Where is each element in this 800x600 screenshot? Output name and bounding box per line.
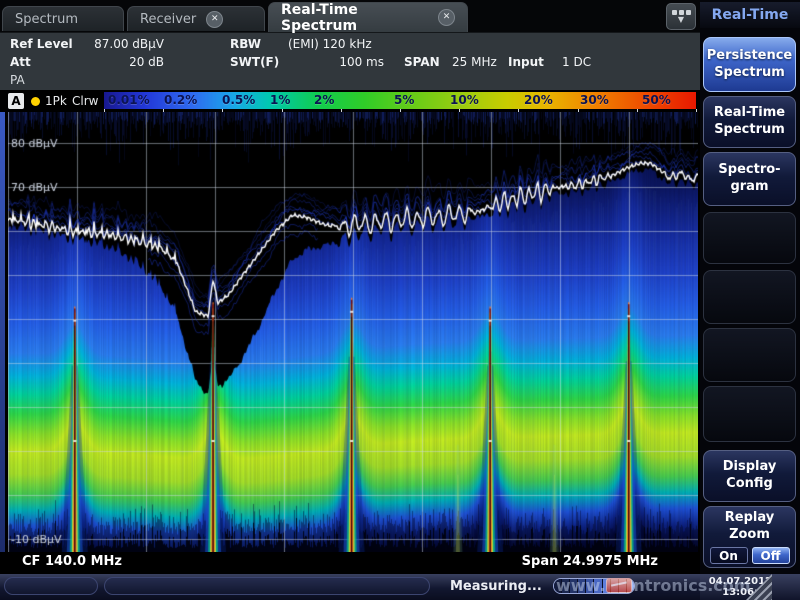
scale-label: 30% [580,93,609,107]
progress-cell [562,579,569,593]
trace-mode[interactable]: Clrw [72,94,98,108]
tab-overview-button[interactable]: ▼ [666,3,696,30]
softkey-empty-5 [703,328,796,382]
close-icon[interactable]: ✕ [438,9,455,26]
scale-label: 0.01% [108,93,150,107]
persistence-spectrum-plot [8,112,698,552]
window-focus-edge [0,90,5,571]
tab-receiver-label: Receiver [140,12,196,27]
softkey-replay-zoom-line1: Replay [725,510,774,527]
preamp-value[interactable]: PA [10,73,25,87]
softkey-empty-4 [703,270,796,324]
softkey-replay-zoom[interactable]: Replay Zoom On Off [703,506,796,568]
settings-header: Ref Level 87.00 dBµV Att 20 dB PA RBW (E… [0,32,700,91]
input-label: Input [508,55,544,69]
window-id-badge: A [8,93,24,109]
datetime-panel: 04.07.2012 13:06:13 [700,574,800,600]
softkey-empty-6 [703,386,796,442]
swt-label: SWT(F) [230,55,279,69]
softkey-empty-3 [703,212,796,264]
tab-bar: Spectrum Receiver ✕ Real-Time Spectrum ✕… [0,0,700,32]
trace-name[interactable]: 1Pk [45,94,67,108]
measurement-progress-bar [553,578,635,594]
progress-cell [570,579,577,593]
replay-zoom-toggle: On Off [710,547,790,564]
trace-color-icon [31,97,40,106]
center-frequency-value[interactable]: CF 140.0 MHz [22,552,122,572]
tab-list-icon [672,10,691,15]
tab-spectrum-label: Spectrum [15,12,78,27]
status-button-left[interactable] [4,577,98,595]
status-bar: Measuring... [0,574,700,600]
trace-legend-row: A 1Pk Clrw 0.01% 0.2% 0.5% 1% 2% 5% 10% 20% 30% 5… [0,90,700,112]
att-label: Att [10,55,31,69]
progress-cell [578,579,585,593]
density-color-scale: 0.01% 0.2% 0.5% 1% 2% 5% 10% 20% 30% 50% [104,92,696,109]
progress-cell [627,579,634,593]
progress-cell [619,579,626,593]
span-footer-value[interactable]: Span 24.9975 MHz [522,552,658,572]
progress-cell [554,579,561,593]
softkey-spectro--gram[interactable]: Spectro-gram [703,152,796,206]
scale-label: 50% [642,93,671,107]
att-value[interactable]: 20 dB [86,55,164,69]
ref-level-value[interactable]: 87.00 dBµV [86,37,164,51]
tab-real-time-spectrum-label: Real-Time Spectrum [281,2,428,34]
rbw-label: RBW [230,37,261,51]
replay-zoom-off-button[interactable]: Off [752,547,790,564]
softkey-display-config[interactable]: DisplayConfig [703,450,796,502]
softkey-persistence-spectrum[interactable]: PersistenceSpectrum [703,37,796,92]
swt-value[interactable]: 100 ms [288,55,384,69]
analyzer-screen: Spectrum Receiver ✕ Real-Time Spectrum ✕… [0,0,800,600]
progress-cell [611,579,618,593]
ref-level-label: Ref Level [10,37,73,51]
frequency-footer: CF 140.0 MHz Span 24.9975 MHz [0,552,700,572]
softkey-real-time-spectrum[interactable]: Real-TimeSpectrum [703,96,796,148]
scale-label: 10% [450,93,479,107]
progress-cell [586,579,593,593]
rbw-value[interactable]: (EMI) 120 kHz [288,37,372,51]
tab-spectrum[interactable]: Spectrum [2,6,124,31]
scale-label: 0.5% [222,93,255,107]
close-icon[interactable]: ✕ [206,11,223,28]
spectrum-window: A 1Pk Clrw 0.01% 0.2% 0.5% 1% 2% 5% 10% 20% 30% 5… [0,90,700,572]
span-value[interactable]: 25 MHz [452,55,497,69]
scale-label: 1% [270,93,290,107]
scale-label: 0.2% [164,93,197,107]
scale-label: 5% [394,93,414,107]
tab-real-time-spectrum[interactable]: Real-Time Spectrum ✕ [268,2,468,32]
scale-label: 20% [524,93,553,107]
tab-receiver[interactable]: Receiver ✕ [127,6,265,31]
measuring-status: Measuring... [450,579,542,594]
scale-label: 2% [314,93,334,107]
softkey-replay-zoom-line2: Zoom [729,527,770,544]
softkey-menu-title: Real-Time [700,2,800,28]
status-message-bar [104,577,430,595]
chevron-down-icon: ▼ [678,16,684,24]
progress-cell [603,579,610,593]
span-label: SPAN [404,55,440,69]
softkey-sidebar: Real-Time PersistenceSpectrumReal-TimeSp… [700,0,800,600]
progress-cell [594,579,601,593]
input-value[interactable]: 1 DC [562,55,591,69]
replay-zoom-on-button[interactable]: On [710,547,748,564]
